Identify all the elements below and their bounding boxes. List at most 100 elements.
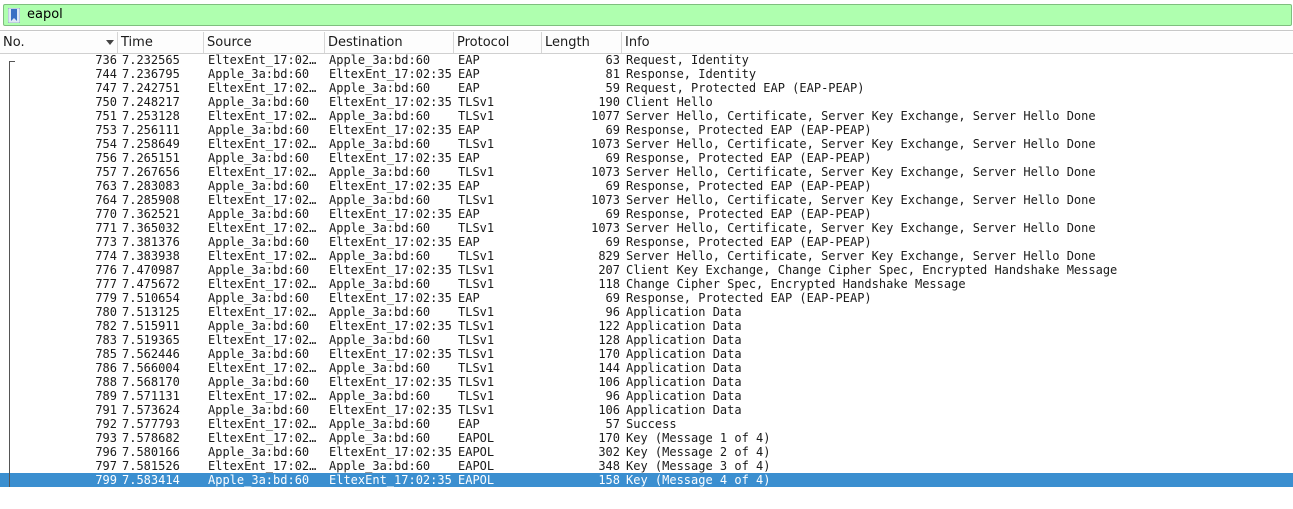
- table-row[interactable]: 792 7.577793 EltexEnt_17:02… Apple_3a:bd:60…: [0, 417, 1293, 431]
- column-header-source[interactable]: Source: [204, 32, 325, 53]
- table-row-selected[interactable]: 799 7.583414 Apple_3a:bd:60 EltexEnt_17:02:…: [0, 473, 1293, 487]
- table-row[interactable]: 756 7.265151 Apple_3a:bd:60 EltexEnt_17:02:…: [0, 151, 1293, 165]
- packet-time: 7.253128: [122, 109, 180, 123]
- table-row[interactable]: 788 7.568170 Apple_3a:bd:60 EltexEnt_17:02:…: [0, 375, 1293, 389]
- packet-time: 7.513125: [122, 305, 180, 319]
- table-row[interactable]: 754 7.258649 EltexEnt_17:02… Apple_3a:bd:60…: [0, 137, 1293, 151]
- packet-info: Response, Identity: [626, 67, 757, 81]
- column-header-time[interactable]: Time: [118, 32, 204, 53]
- packet-protocol: EAPOL: [458, 473, 495, 487]
- column-header-length[interactable]: Length: [542, 32, 622, 53]
- packet-source: Apple_3a:bd:60: [208, 263, 310, 277]
- table-row[interactable]: 796 7.580166 Apple_3a:bd:60 EltexEnt_17:02:…: [0, 445, 1293, 459]
- table-row[interactable]: 774 7.383938 EltexEnt_17:02… Apple_3a:bd:60…: [0, 249, 1293, 263]
- packet-number: 785: [95, 347, 117, 361]
- packet-protocol: EAPOL: [458, 445, 495, 459]
- table-row[interactable]: 751 7.253128 EltexEnt_17:02… Apple_3a:bd:60…: [0, 109, 1293, 123]
- packet-destination: EltexEnt_17:02:35: [329, 179, 452, 193]
- column-header-no[interactable]: No.: [0, 32, 118, 53]
- packet-length: 207: [598, 263, 620, 277]
- packet-length: 106: [598, 375, 620, 389]
- packet-time: 7.248217: [122, 95, 180, 109]
- packet-length: 63: [605, 53, 620, 67]
- column-header-label: Source: [207, 35, 252, 50]
- packet-source: EltexEnt_17:02…: [208, 333, 317, 347]
- packet-number: 753: [95, 123, 117, 137]
- table-row[interactable]: 736 7.232565 EltexEnt_17:02… Apple_3a:bd:60…: [0, 53, 1293, 67]
- packet-destination: Apple_3a:bd:60: [329, 137, 431, 151]
- packet-protocol: TLSv1: [458, 95, 495, 109]
- table-row[interactable]: 779 7.510654 Apple_3a:bd:60 EltexEnt_17:02:…: [0, 291, 1293, 305]
- table-row[interactable]: 757 7.267656 EltexEnt_17:02… Apple_3a:bd:60…: [0, 165, 1293, 179]
- table-row[interactable]: 791 7.573624 Apple_3a:bd:60 EltexEnt_17:02:…: [0, 403, 1293, 417]
- table-row[interactable]: 780 7.513125 EltexEnt_17:02… Apple_3a:bd:60…: [0, 305, 1293, 319]
- table-row[interactable]: 777 7.475672 EltexEnt_17:02… Apple_3a:bd:60…: [0, 277, 1293, 291]
- packet-destination: Apple_3a:bd:60: [329, 109, 431, 123]
- packet-protocol: TLSv1: [458, 375, 495, 389]
- packet-time: 7.583414: [122, 473, 180, 487]
- packet-length: 158: [598, 473, 620, 487]
- column-header-label: Time: [121, 35, 153, 50]
- packet-destination: EltexEnt_17:02:35: [329, 263, 452, 277]
- table-row[interactable]: 753 7.256111 Apple_3a:bd:60 EltexEnt_17:02:…: [0, 123, 1293, 137]
- packet-number: 770: [95, 207, 117, 221]
- packet-info: Key (Message 1 of 4): [626, 431, 771, 445]
- table-row[interactable]: 764 7.285908 EltexEnt_17:02… Apple_3a:bd:60…: [0, 193, 1293, 207]
- packet-source: Apple_3a:bd:60: [208, 151, 310, 165]
- packet-number: 763: [95, 179, 117, 193]
- related-packets-bracket: [9, 61, 10, 487]
- packet-info: Response, Protected EAP (EAP-PEAP): [626, 123, 872, 137]
- packet-source: EltexEnt_17:02…: [208, 193, 317, 207]
- table-row[interactable]: 789 7.571131 EltexEnt_17:02… Apple_3a:bd:60…: [0, 389, 1293, 403]
- packet-length: 106: [598, 403, 620, 417]
- packet-destination: Apple_3a:bd:60: [329, 53, 431, 67]
- packet-length: 118: [598, 277, 620, 291]
- table-row[interactable]: 747 7.242751 EltexEnt_17:02… Apple_3a:bd:60…: [0, 81, 1293, 95]
- packet-length: 122: [598, 319, 620, 333]
- display-filter-input[interactable]: eapol: [3, 4, 1292, 26]
- column-header-destination[interactable]: Destination: [325, 32, 454, 53]
- packet-length: 829: [598, 249, 620, 263]
- packet-time: 7.283083: [122, 179, 180, 193]
- packet-protocol: EAP: [458, 179, 480, 193]
- table-row[interactable]: 773 7.381376 Apple_3a:bd:60 EltexEnt_17:02:…: [0, 235, 1293, 249]
- table-row[interactable]: 744 7.236795 Apple_3a:bd:60 EltexEnt_17:02:…: [0, 67, 1293, 81]
- table-row[interactable]: 763 7.283083 Apple_3a:bd:60 EltexEnt_17:02:…: [0, 179, 1293, 193]
- packet-protocol: EAP: [458, 291, 480, 305]
- packet-info: Change Cipher Spec, Encrypted Handshake …: [626, 277, 966, 291]
- packet-info: Server Hello, Certificate, Server Key Ex…: [626, 165, 1096, 179]
- packet-number: 799: [95, 473, 117, 487]
- packet-number: 779: [95, 291, 117, 305]
- packet-length: 1077: [591, 109, 620, 123]
- packet-destination: EltexEnt_17:02:35: [329, 375, 452, 389]
- packet-source: EltexEnt_17:02…: [208, 53, 317, 67]
- bookmark-icon[interactable]: [8, 8, 20, 23]
- column-header-protocol[interactable]: Protocol: [454, 32, 542, 53]
- packet-time: 7.578682: [122, 431, 180, 445]
- packet-info: Client Key Exchange, Change Cipher Spec,…: [626, 263, 1118, 277]
- packet-protocol: TLSv1: [458, 403, 495, 417]
- packet-destination: EltexEnt_17:02:35: [329, 235, 452, 249]
- packet-source: Apple_3a:bd:60: [208, 319, 310, 333]
- packet-number: 797: [95, 459, 117, 473]
- table-row[interactable]: 750 7.248217 Apple_3a:bd:60 EltexEnt_17:02:…: [0, 95, 1293, 109]
- table-row[interactable]: 782 7.515911 Apple_3a:bd:60 EltexEnt_17:02:…: [0, 319, 1293, 333]
- table-row[interactable]: 783 7.519365 EltexEnt_17:02… Apple_3a:bd:60…: [0, 333, 1293, 347]
- table-row[interactable]: 797 7.581526 EltexEnt_17:02… Apple_3a:bd:60…: [0, 459, 1293, 473]
- table-row[interactable]: 785 7.562446 Apple_3a:bd:60 EltexEnt_17:02:…: [0, 347, 1293, 361]
- table-row[interactable]: 770 7.362521 Apple_3a:bd:60 EltexEnt_17:02:…: [0, 207, 1293, 221]
- packet-info: Server Hello, Certificate, Server Key Ex…: [626, 221, 1096, 235]
- table-row[interactable]: 793 7.578682 EltexEnt_17:02… Apple_3a:bd:60…: [0, 431, 1293, 445]
- packet-destination: Apple_3a:bd:60: [329, 249, 431, 263]
- table-row[interactable]: 776 7.470987 Apple_3a:bd:60 EltexEnt_17:02:…: [0, 263, 1293, 277]
- table-row[interactable]: 771 7.365032 EltexEnt_17:02… Apple_3a:bd:60…: [0, 221, 1293, 235]
- table-row[interactable]: 786 7.566004 EltexEnt_17:02… Apple_3a:bd:60…: [0, 361, 1293, 375]
- packet-time: 7.258649: [122, 137, 180, 151]
- divider: [0, 30, 1293, 31]
- packet-number: 786: [95, 361, 117, 375]
- packet-time: 7.265151: [122, 151, 180, 165]
- packet-length: 81: [605, 67, 620, 81]
- packet-time: 7.581526: [122, 459, 180, 473]
- column-header-info[interactable]: Info: [622, 32, 1293, 53]
- packet-time: 7.381376: [122, 235, 180, 249]
